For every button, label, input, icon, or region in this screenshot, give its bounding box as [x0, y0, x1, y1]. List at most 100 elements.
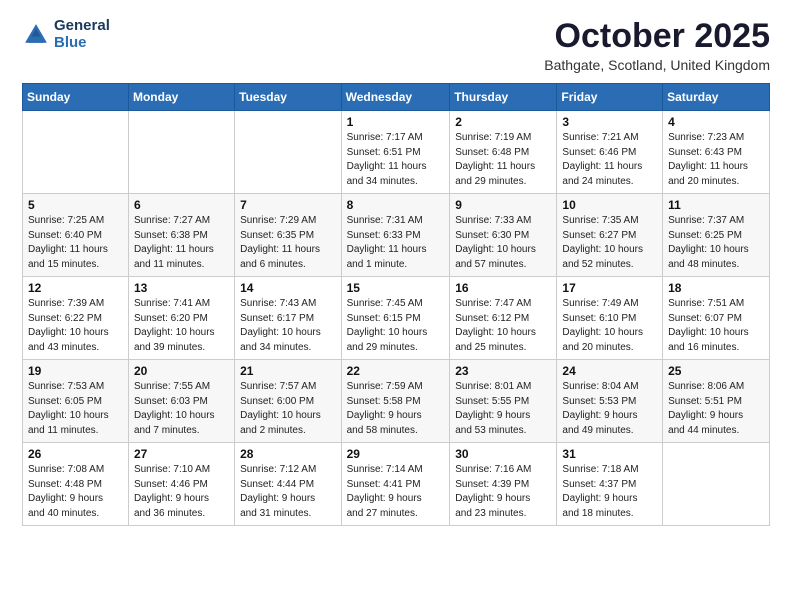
table-row: 12Sunrise: 7:39 AM Sunset: 6:22 PM Dayli… [23, 277, 129, 360]
day-number: 13 [134, 281, 229, 295]
col-tuesday: Tuesday [235, 84, 341, 111]
day-info: Sunrise: 7:51 AM Sunset: 6:07 PM Dayligh… [668, 297, 764, 355]
day-number: 24 [562, 364, 657, 378]
day-number: 3 [562, 115, 657, 129]
table-row: 16Sunrise: 7:47 AM Sunset: 6:12 PM Dayli… [450, 277, 557, 360]
table-row: 22Sunrise: 7:59 AM Sunset: 5:58 PM Dayli… [341, 360, 450, 443]
table-row: 4Sunrise: 7:23 AM Sunset: 6:43 PM Daylig… [663, 111, 770, 194]
day-number: 8 [347, 198, 445, 212]
col-friday: Friday [557, 84, 663, 111]
day-number: 14 [240, 281, 335, 295]
table-row: 30 Sunrise: 7:16 AM Sunset: 4:39 PM Dayli… [450, 443, 557, 526]
table-row: 25 Sunrise: 8:06 AM Sunset: 5:51 PM Dayli… [663, 360, 770, 443]
calendar-week-row: 26 Sunrise: 7:08 AM Sunset: 4:48 PM Dayli… [23, 443, 770, 526]
table-row [235, 111, 341, 194]
day-number: 4 [668, 115, 764, 129]
day-number: 23 [455, 364, 551, 378]
day-number: 10 [562, 198, 657, 212]
table-row: 3 Sunrise: 7:21 AM Sunset: 6:46 PM Daylig… [557, 111, 663, 194]
table-row: 5Sunrise: 7:25 AM Sunset: 6:40 PM Daylig… [23, 194, 129, 277]
day-number: 25 [668, 364, 764, 378]
day-number: 7 [240, 198, 335, 212]
table-row [663, 443, 770, 526]
day-number: 28 [240, 447, 335, 461]
title-block: October 2025 Bathgate, Scotland, United … [544, 18, 770, 73]
day-info: Sunrise: 7:16 AM Sunset: 4:39 PM Dayligh… [455, 463, 551, 521]
day-info: Sunrise: 7:17 AM Sunset: 6:51 PM Dayligh… [347, 131, 445, 189]
day-number: 17 [562, 281, 657, 295]
day-number: 2 [455, 115, 551, 129]
table-row: 9 Sunrise: 7:33 AM Sunset: 6:30 PM Daylig… [450, 194, 557, 277]
table-row: 29 Sunrise: 7:14 AM Sunset: 4:41 PM Dayli… [341, 443, 450, 526]
logo-text: General Blue [54, 18, 110, 51]
day-number: 31 [562, 447, 657, 461]
day-number: 9 [455, 198, 551, 212]
day-number: 20 [134, 364, 229, 378]
day-info: Sunrise: 7:49 AM Sunset: 6:10 PM Dayligh… [562, 297, 657, 355]
day-info: Sunrise: 8:04 AM Sunset: 5:53 PM Dayligh… [562, 380, 657, 438]
table-row: 31 Sunrise: 7:18 AM Sunset: 4:37 PM Dayli… [557, 443, 663, 526]
day-info: Sunrise: 7:29 AM Sunset: 6:35 PM Dayligh… [240, 214, 335, 272]
calendar-table: Sunday Monday Tuesday Wednesday Thursday… [22, 83, 770, 526]
day-info: Sunrise: 7:47 AM Sunset: 6:12 PM Dayligh… [455, 297, 551, 355]
day-info: Sunrise: 7:33 AM Sunset: 6:30 PM Dayligh… [455, 214, 551, 272]
day-info: Sunrise: 8:01 AM Sunset: 5:55 PM Dayligh… [455, 380, 551, 438]
day-info: Sunrise: 7:53 AM Sunset: 6:05 PM Dayligh… [28, 380, 123, 438]
calendar-week-row: 5Sunrise: 7:25 AM Sunset: 6:40 PM Daylig… [23, 194, 770, 277]
day-info: Sunrise: 7:27 AM Sunset: 6:38 PM Dayligh… [134, 214, 229, 272]
calendar-week-row: 12Sunrise: 7:39 AM Sunset: 6:22 PM Dayli… [23, 277, 770, 360]
day-info: Sunrise: 7:08 AM Sunset: 4:48 PM Dayligh… [28, 463, 123, 521]
day-number: 27 [134, 447, 229, 461]
table-row: 2 Sunrise: 7:19 AM Sunset: 6:48 PM Daylig… [450, 111, 557, 194]
day-number: 18 [668, 281, 764, 295]
table-row: 1 Sunrise: 7:17 AM Sunset: 6:51 PM Daylig… [341, 111, 450, 194]
day-number: 12 [28, 281, 123, 295]
table-row: 23 Sunrise: 8:01 AM Sunset: 5:55 PM Dayli… [450, 360, 557, 443]
day-number: 15 [347, 281, 445, 295]
day-number: 19 [28, 364, 123, 378]
calendar-week-row: 19 Sunrise: 7:53 AM Sunset: 6:05 PM Dayli… [23, 360, 770, 443]
day-info: Sunrise: 7:55 AM Sunset: 6:03 PM Dayligh… [134, 380, 229, 438]
day-number: 21 [240, 364, 335, 378]
table-row: 26 Sunrise: 7:08 AM Sunset: 4:48 PM Dayli… [23, 443, 129, 526]
day-number: 1 [347, 115, 445, 129]
table-row [23, 111, 129, 194]
table-row: 6 Sunrise: 7:27 AM Sunset: 6:38 PM Daylig… [128, 194, 234, 277]
day-info: Sunrise: 7:21 AM Sunset: 6:46 PM Dayligh… [562, 131, 657, 189]
logo: General Blue [22, 18, 110, 51]
day-info: Sunrise: 7:31 AM Sunset: 6:33 PM Dayligh… [347, 214, 445, 272]
day-info: Sunrise: 7:41 AM Sunset: 6:20 PM Dayligh… [134, 297, 229, 355]
day-number: 5 [28, 198, 123, 212]
day-info: Sunrise: 7:57 AM Sunset: 6:00 PM Dayligh… [240, 380, 335, 438]
day-info: Sunrise: 7:43 AM Sunset: 6:17 PM Dayligh… [240, 297, 335, 355]
day-info: Sunrise: 7:10 AM Sunset: 4:46 PM Dayligh… [134, 463, 229, 521]
table-row: 8 Sunrise: 7:31 AM Sunset: 6:33 PM Daylig… [341, 194, 450, 277]
page: General Blue October 2025 Bathgate, Scot… [0, 0, 792, 612]
table-row: 18 Sunrise: 7:51 AM Sunset: 6:07 PM Dayli… [663, 277, 770, 360]
day-info: Sunrise: 7:14 AM Sunset: 4:41 PM Dayligh… [347, 463, 445, 521]
col-saturday: Saturday [663, 84, 770, 111]
day-number: 30 [455, 447, 551, 461]
day-number: 26 [28, 447, 123, 461]
table-row: 28Sunrise: 7:12 AM Sunset: 4:44 PM Dayli… [235, 443, 341, 526]
table-row: 19 Sunrise: 7:53 AM Sunset: 6:05 PM Dayli… [23, 360, 129, 443]
day-info: Sunrise: 8:06 AM Sunset: 5:51 PM Dayligh… [668, 380, 764, 438]
table-row: 7 Sunrise: 7:29 AM Sunset: 6:35 PM Daylig… [235, 194, 341, 277]
day-info: Sunrise: 7:18 AM Sunset: 4:37 PM Dayligh… [562, 463, 657, 521]
table-row: 14 Sunrise: 7:43 AM Sunset: 6:17 PM Dayli… [235, 277, 341, 360]
col-sunday: Sunday [23, 84, 129, 111]
day-number: 29 [347, 447, 445, 461]
table-row: 21 Sunrise: 7:57 AM Sunset: 6:00 PM Dayli… [235, 360, 341, 443]
table-row: 15Sunrise: 7:45 AM Sunset: 6:15 PM Dayli… [341, 277, 450, 360]
table-row: 24 Sunrise: 8:04 AM Sunset: 5:53 PM Dayli… [557, 360, 663, 443]
logo-general-text: General [54, 18, 110, 35]
day-info: Sunrise: 7:37 AM Sunset: 6:25 PM Dayligh… [668, 214, 764, 272]
col-wednesday: Wednesday [341, 84, 450, 111]
location: Bathgate, Scotland, United Kingdom [544, 57, 770, 73]
logo-blue-text: Blue [54, 35, 110, 52]
day-number: 11 [668, 198, 764, 212]
logo-icon [22, 21, 50, 49]
day-info: Sunrise: 7:19 AM Sunset: 6:48 PM Dayligh… [455, 131, 551, 189]
col-monday: Monday [128, 84, 234, 111]
day-number: 6 [134, 198, 229, 212]
